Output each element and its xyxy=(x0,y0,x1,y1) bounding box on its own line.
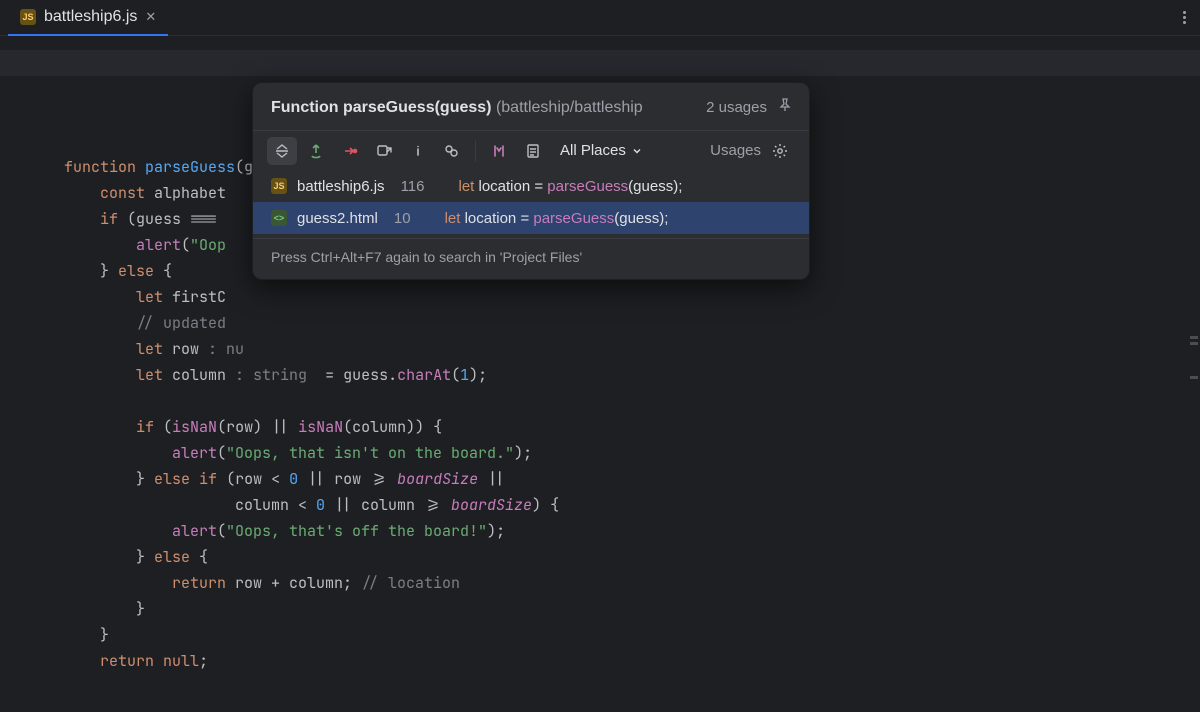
expand-all-icon[interactable] xyxy=(267,137,297,165)
popup-toolbar: All Places Usages xyxy=(253,130,809,170)
usages-count: 2 usages xyxy=(706,99,767,116)
js-file-icon: JS xyxy=(20,9,36,25)
usage-line-number: 10 xyxy=(394,210,411,227)
settings-icon[interactable] xyxy=(765,137,795,165)
info-icon[interactable] xyxy=(403,137,433,165)
close-tab-icon[interactable]: ✕ xyxy=(145,9,156,25)
scope-selector[interactable]: All Places xyxy=(560,142,642,159)
tab-filename: battleship6.js xyxy=(44,8,137,26)
pin-icon[interactable] xyxy=(777,97,793,118)
usage-snippet: let location = parseGuess(guess); xyxy=(458,178,682,195)
scope-label: All Places xyxy=(560,142,626,159)
editor-tab-bar: JS battleship6.js ✕ xyxy=(0,0,1200,36)
open-in-find-window-icon[interactable] xyxy=(369,137,399,165)
usage-line-number: 116 xyxy=(401,178,425,195)
usage-row[interactable]: JS battleship6.js 116 let location = par… xyxy=(253,170,809,202)
usage-snippet: let location = parseGuess(guess); xyxy=(445,210,669,227)
usage-row[interactable]: <> guess2.html 10 let location = parseGu… xyxy=(253,202,809,234)
html-file-icon: <> xyxy=(271,210,287,226)
group-by-module-icon[interactable] xyxy=(484,137,514,165)
scrollbar-minimap[interactable] xyxy=(1190,36,1198,600)
more-menu-icon[interactable] xyxy=(1177,11,1192,24)
find-usages-popup: Function parseGuess(guess) (battleship/b… xyxy=(252,82,810,280)
navigate-next-icon[interactable] xyxy=(335,137,365,165)
navigate-previous-icon[interactable] xyxy=(301,137,331,165)
editor-tab[interactable]: JS battleship6.js ✕ xyxy=(8,0,168,36)
chevron-down-icon xyxy=(632,146,642,156)
group-by-file-icon[interactable] xyxy=(518,137,548,165)
popup-title: Function parseGuess(guess) (battleship/b… xyxy=(271,99,696,117)
popup-hint: Press Ctrl+Alt+F7 again to search in 'Pr… xyxy=(253,238,809,279)
popup-header: Function parseGuess(guess) (battleship/b… xyxy=(253,83,809,130)
current-line-highlight xyxy=(0,50,1200,76)
usages-list: JS battleship6.js 116 let location = par… xyxy=(253,170,809,234)
usage-filename: battleship6.js xyxy=(297,178,385,195)
usages-label: Usages xyxy=(710,142,761,159)
usage-filename: guess2.html xyxy=(297,210,378,227)
js-file-icon: JS xyxy=(271,178,287,194)
filter-icon[interactable] xyxy=(437,137,467,165)
